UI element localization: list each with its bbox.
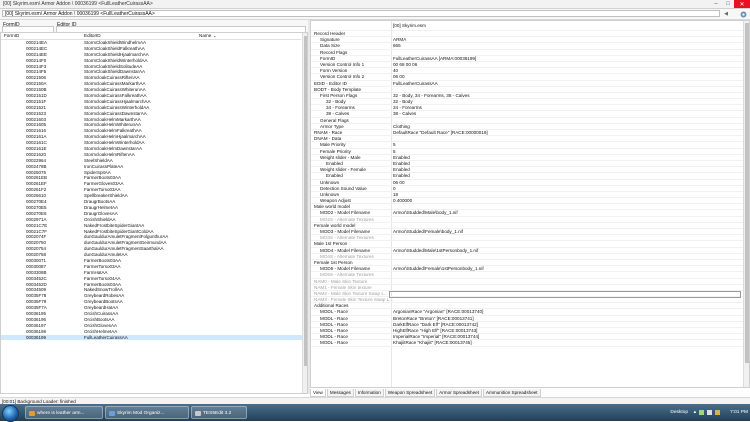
record-row[interactable]: 00036199 FullLeatherCuirassAA [1,334,303,341]
record-fields: [00] Skyrim.esm Record Header Signature AR… [311,21,743,347]
taskbar-button[interactable]: TES5Edit 3.2 [191,406,247,419]
network-icon[interactable] [699,410,704,415]
title-bar: [00] Skyrim.esm\ Armor Addon \ 00036199 … [0,0,750,9]
field-row[interactable]: MODL - Race KhajiitRace "Khajiit" [RACE:0… [311,340,743,347]
tray-expand-icon[interactable]: ▴ [694,410,696,415]
record-editorid: FullLeatherCuirassAA [84,334,128,340]
record-list-header: FormID EditorID Name ⌄ [1,33,301,40]
taskbar-button[interactable]: where is leather arm... [25,406,103,419]
column-header-formid[interactable]: FormID [4,33,19,39]
gear-icon[interactable] [738,9,748,19]
taskbar-button-label: where is leather arm... [37,411,85,416]
taskbar-button-label: Skyrim Mod Organiz... [117,411,165,416]
taskbar-button-label: TES5Edit 3.2 [203,411,232,416]
tab-view[interactable]: View [310,389,326,397]
tab-messages[interactable]: Messages [326,389,354,397]
app-icon [109,411,115,416]
record-view: [00] Skyrim.esm Record Header Signature AR… [310,20,750,388]
record-view-scrollbar[interactable] [743,21,749,387]
app-icon [195,411,201,416]
record-rows: 000214EA StormCloakShieldWindhelmAA 000214… [1,40,303,341]
tab-ammunition-spreadsheet[interactable]: Ammunition Spreadsheet [483,389,541,397]
column-header-name[interactable]: Name [199,33,211,39]
view-tabs: View Messages Information Weapon Spreadshee… [310,389,750,397]
flag-icon[interactable] [715,410,720,415]
clock[interactable]: 7:01 PM [730,410,748,416]
column-header-editorid[interactable]: EditorID [84,33,101,39]
desktop-label[interactable]: Desktop [670,410,688,415]
window-title: [00] Skyrim.esm\ Armor Addon \ 00036199 … [3,1,153,7]
field-label: MODL - Race [320,340,348,346]
record-formid: 00036199 [26,334,47,340]
file-header: [00] Skyrim.esm [393,23,426,28]
close-icon[interactable]: ✕ [734,0,750,8]
tab-armor-spreadsheet[interactable]: Armor Spreadsheet [436,389,482,397]
app-icon [29,411,35,416]
arrow-left-icon[interactable]: ◀ [722,10,730,17]
path-field[interactable]: [00] Skyrim.esm\ Armor Addon \ 00036199 … [2,10,720,17]
filter-row: FormID Editor ID [0,20,308,33]
status-bar: [00:01] Background Loader: finished [0,397,750,404]
scrollbar-thumb[interactable] [745,23,749,363]
volume-icon[interactable] [707,410,712,415]
taskbar: where is leather arm... Skyrim Mod Organi… [0,404,750,422]
minimize-icon[interactable]: – [710,0,722,8]
sort-icon: ⌄ [213,33,217,38]
tab-information[interactable]: Information [354,389,384,397]
maximize-icon[interactable]: □ [722,0,734,8]
field-value[interactable]: KhajiitRace "Khajiit" [RACE:00013745] [393,340,472,346]
windows-start-icon[interactable] [2,405,19,422]
file-header-row: [00] Skyrim.esm [311,21,743,31]
record-list: FormID EditorID Name ⌄ 000214EA StormCloa… [0,32,308,394]
tab-weapon-spreadsheet[interactable]: Weapon Spreadsheet [384,389,436,397]
taskbar-button[interactable]: Skyrim Mod Organiz... [105,406,189,419]
path-bar: [00] Skyrim.esm\ Armor Addon \ 00036199 … [0,9,750,20]
